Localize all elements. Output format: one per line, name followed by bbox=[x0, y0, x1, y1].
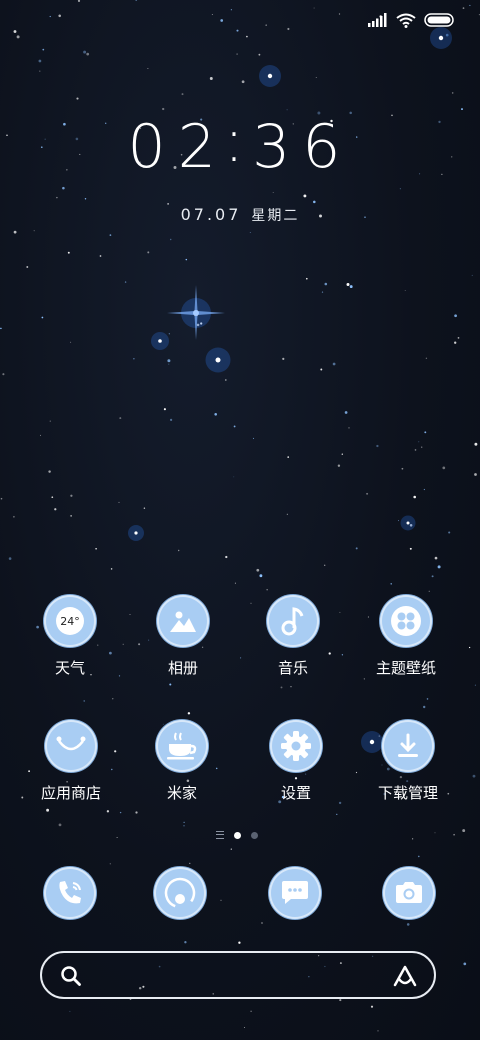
app-label: 设置 bbox=[280, 784, 311, 802]
date-line: 07.07 星期二 bbox=[0, 205, 480, 225]
dock-messages[interactable] bbox=[240, 867, 350, 919]
gallery-icon[interactable] bbox=[157, 595, 209, 647]
app-label: 音乐 bbox=[277, 659, 308, 677]
app-list-indicator[interactable] bbox=[216, 831, 224, 839]
clock-hour: 02 bbox=[127, 112, 228, 182]
page-dot[interactable] bbox=[251, 831, 258, 839]
search-icon[interactable] bbox=[60, 965, 82, 987]
themes-icon[interactable] bbox=[380, 595, 432, 647]
app-downloads[interactable]: 下载管理 bbox=[353, 720, 463, 803]
mi-home-icon[interactable] bbox=[156, 720, 208, 772]
page-dot-active[interactable] bbox=[234, 831, 241, 839]
app-label: 下载管理 bbox=[377, 784, 438, 802]
app-label: 应用商店 bbox=[40, 784, 101, 802]
phone-icon[interactable] bbox=[44, 867, 96, 919]
assistant-icon[interactable] bbox=[392, 964, 418, 988]
app-weather[interactable]: 24° 天气 bbox=[15, 595, 125, 678]
battery-icon bbox=[424, 13, 454, 27]
camera-icon[interactable] bbox=[383, 867, 435, 919]
wifi-icon bbox=[396, 13, 416, 28]
browser-icon[interactable] bbox=[154, 867, 206, 919]
app-music[interactable]: 音乐 bbox=[238, 595, 348, 678]
app-gallery[interactable]: 相册 bbox=[128, 595, 238, 678]
settings-icon[interactable] bbox=[270, 720, 322, 772]
lock-clock: 02:36 bbox=[0, 106, 480, 182]
weather-icon[interactable]: 24° bbox=[44, 595, 96, 647]
app-label: 主题壁纸 bbox=[375, 659, 436, 677]
dock-phone[interactable] bbox=[15, 867, 125, 919]
app-label: 相册 bbox=[167, 659, 198, 677]
downloads-icon[interactable] bbox=[382, 720, 434, 772]
status-bar bbox=[368, 10, 454, 30]
clock-minute: 36 bbox=[252, 112, 353, 182]
app-label: 天气 bbox=[54, 659, 85, 677]
app-themes[interactable]: 主题壁纸 bbox=[351, 595, 461, 678]
app-store[interactable]: 应用商店 bbox=[16, 720, 126, 803]
search-bar[interactable] bbox=[40, 951, 436, 999]
messages-icon[interactable] bbox=[269, 867, 321, 919]
clock-separator: : bbox=[223, 106, 257, 176]
app-store-icon[interactable] bbox=[45, 720, 97, 772]
music-icon[interactable] bbox=[267, 595, 319, 647]
page-indicator bbox=[216, 830, 258, 840]
signal-icon bbox=[368, 13, 387, 27]
weekday-text: 星期二 bbox=[251, 208, 300, 224]
dock-browser[interactable] bbox=[125, 867, 235, 919]
app-label: 米家 bbox=[166, 784, 197, 802]
app-settings[interactable]: 设置 bbox=[241, 720, 351, 803]
weather-temperature: 24° bbox=[60, 615, 80, 628]
app-mi-home[interactable]: 米家 bbox=[127, 720, 237, 803]
date-text: 07.07 bbox=[180, 205, 242, 224]
dock-camera[interactable] bbox=[354, 867, 464, 919]
